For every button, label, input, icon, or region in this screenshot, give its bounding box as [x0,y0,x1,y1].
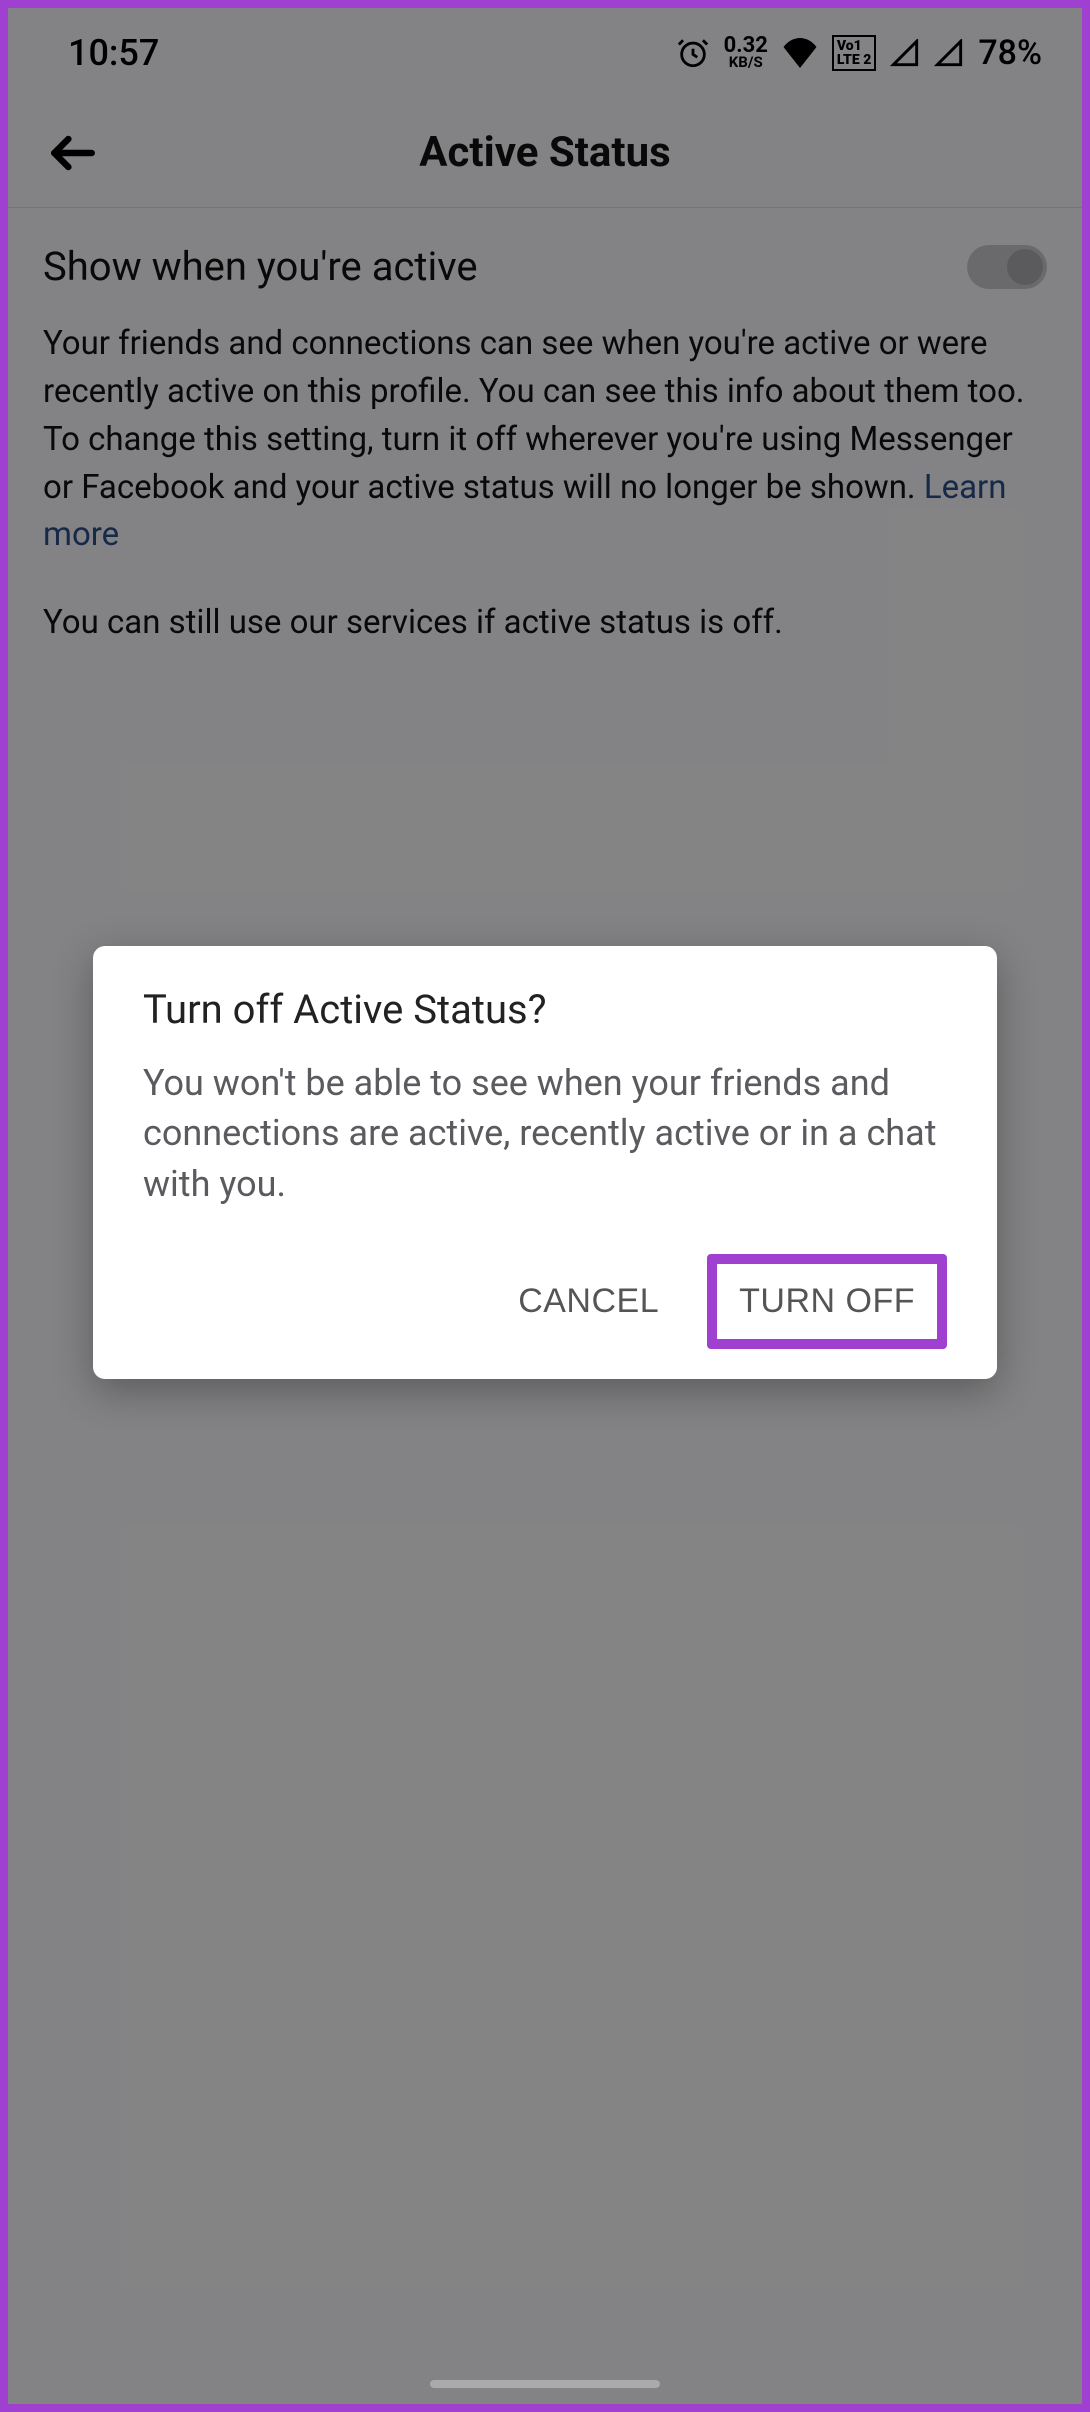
cancel-button[interactable]: CANCEL [500,1264,677,1339]
dialog-actions: CANCEL TURN OFF [143,1254,947,1349]
home-indicator[interactable] [430,2380,660,2388]
dialog-title: Turn off Active Status? [143,986,947,1033]
dialog-body: You won't be able to see when your frien… [143,1058,947,1209]
turn-off-button[interactable]: TURN OFF [707,1254,947,1349]
confirm-dialog: Turn off Active Status? You won't be abl… [93,946,997,1379]
screen-frame: 10:57 0.32 KB/S Vo1 LTE 2 [8,8,1082,2404]
